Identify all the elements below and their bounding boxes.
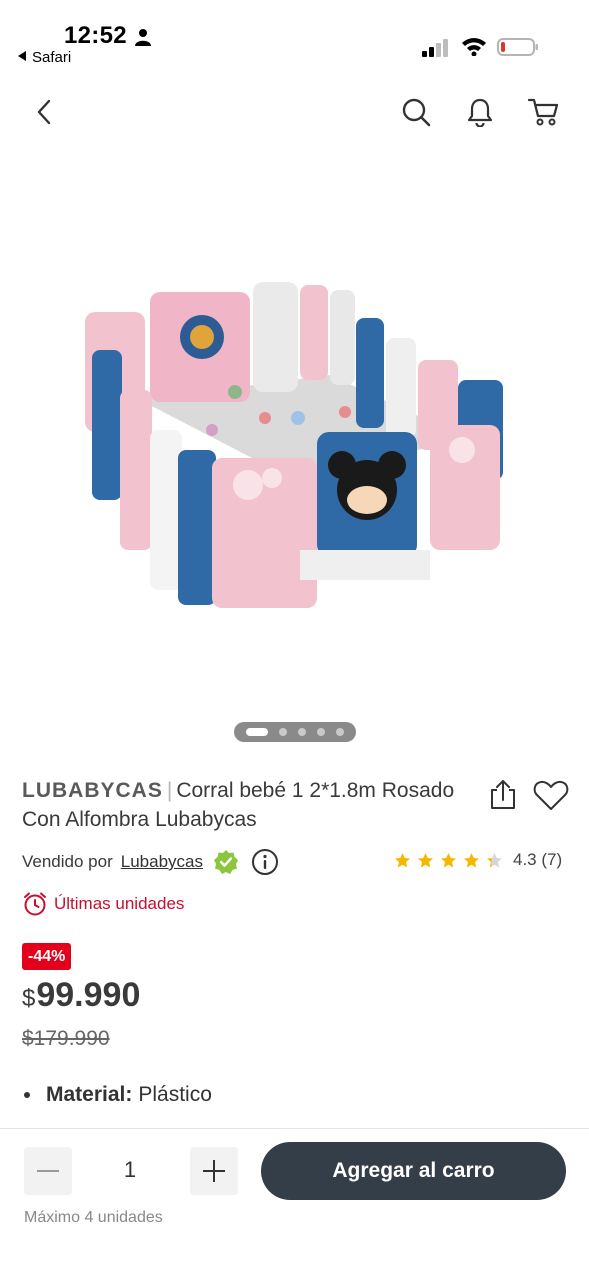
product-brand[interactable]: LUBABYCAS (22, 779, 163, 802)
share-icon[interactable] (486, 778, 520, 812)
back-to-app-link[interactable]: Safari (18, 49, 71, 66)
rating-value: 4.3 (513, 850, 537, 869)
seller-row: Vendido por Lubabycas (22, 848, 279, 876)
feature-key: Material: (46, 1083, 133, 1106)
status-bar: 12:52 Safari (0, 0, 589, 80)
gallery-dot[interactable] (336, 728, 344, 736)
product-image-playpen (85, 282, 503, 608)
star-rating (394, 852, 503, 869)
top-navigation (0, 84, 589, 140)
bell-icon (467, 98, 493, 127)
gallery-pagination[interactable] (234, 722, 356, 742)
feature-item: Material: Plástico (24, 1083, 212, 1107)
stock-notice-text: Últimas unidades (54, 894, 185, 913)
search-button[interactable] (398, 94, 434, 130)
verified-seller-icon (213, 850, 238, 874)
back-button[interactable] (26, 94, 62, 130)
battery-low-icon (497, 38, 538, 56)
seller-link[interactable]: Lubabycas (121, 852, 203, 872)
discount-badge: -44% (22, 943, 72, 970)
search-icon (402, 98, 431, 127)
cart-button[interactable] (526, 94, 562, 130)
star-icon (464, 852, 479, 867)
back-icon (37, 99, 51, 125)
quantity-value[interactable]: 1 (100, 1157, 160, 1183)
person-icon (135, 29, 151, 46)
review-count: (7) (541, 850, 563, 869)
increase-quantity-button[interactable] (190, 1147, 238, 1195)
feature-value: Plástico (138, 1083, 212, 1106)
gallery-dot-active[interactable] (246, 728, 268, 736)
notifications-button[interactable] (462, 94, 498, 130)
back-triangle-icon (18, 51, 26, 61)
stock-notice: Últimas unidades (22, 891, 184, 917)
star-icon (395, 852, 410, 867)
minus-icon (37, 1170, 59, 1172)
alarm-clock-icon (24, 892, 46, 916)
cart-icon (528, 98, 559, 126)
max-units-note: Máximo 4 unidades (24, 1209, 163, 1226)
rating-summary[interactable]: 4.3 (7) (394, 850, 562, 870)
back-app-label: Safari (32, 49, 72, 66)
plus-icon (203, 1160, 225, 1182)
gallery-dot[interactable] (317, 728, 325, 736)
purchase-bar: 1 Agregar al carro Máximo 4 unidades (0, 1128, 589, 1280)
bullet-dot (24, 1092, 30, 1098)
product-title: LUBABYCAS | Corral bebé 1 2*1.8m Rosado Co… (22, 776, 462, 834)
product-image-gallery[interactable] (0, 140, 589, 750)
price-value: 99.990 (36, 976, 141, 1014)
original-price: $179.990 (22, 1027, 110, 1050)
star-icon (418, 852, 433, 867)
current-price: $99.990 (22, 976, 140, 1015)
title-separator: | (166, 779, 173, 802)
heart-icon[interactable] (533, 778, 569, 812)
info-icon[interactable] (251, 848, 279, 876)
add-to-cart-button[interactable]: Agregar al carro (261, 1142, 566, 1200)
star-icon (487, 852, 502, 867)
currency-symbol: $ (22, 985, 36, 1012)
wifi-icon (462, 38, 486, 56)
decrease-quantity-button[interactable] (24, 1147, 72, 1195)
status-time: 12:52 (64, 22, 127, 49)
star-icon (441, 852, 456, 867)
gallery-dot[interactable] (279, 728, 287, 736)
cellular-signal-icon (422, 39, 448, 57)
gallery-dot[interactable] (298, 728, 306, 736)
sold-by-label: Vendido por (22, 852, 113, 871)
